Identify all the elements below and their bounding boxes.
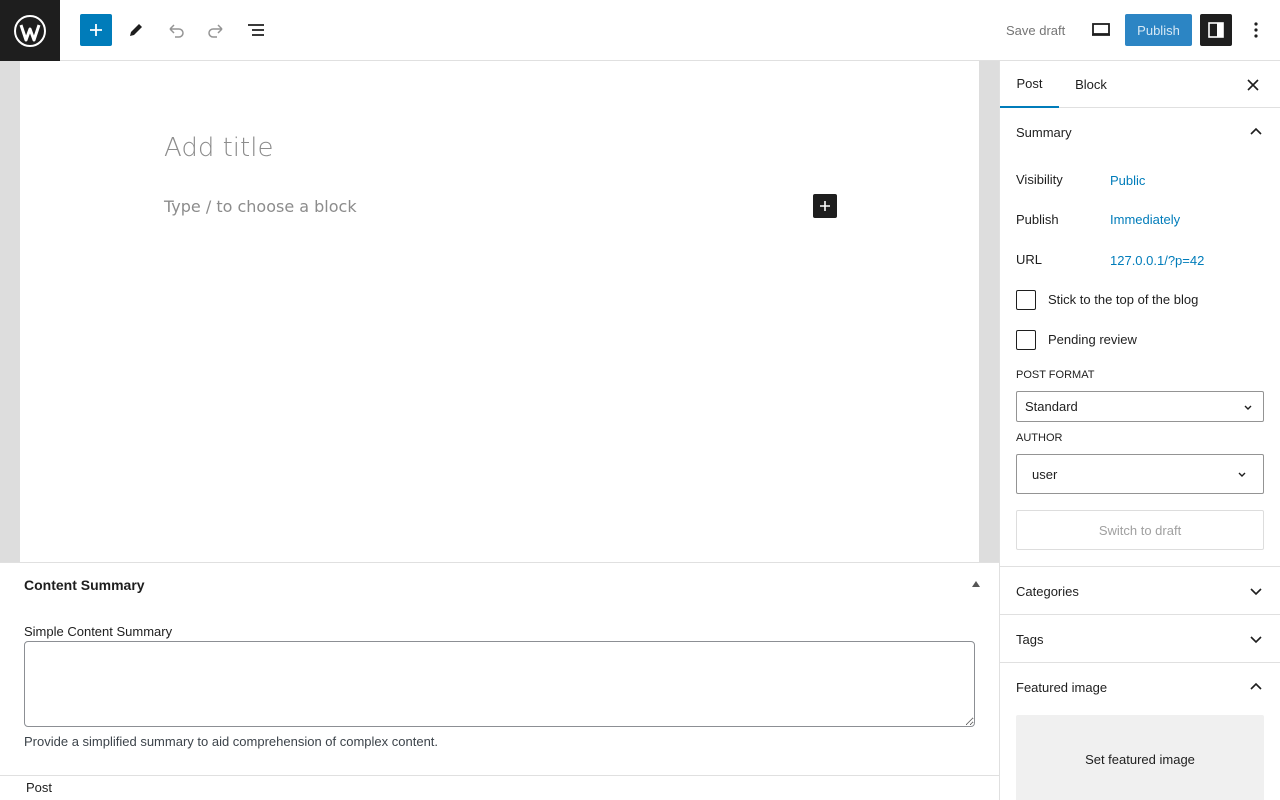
editor-canvas-wrapper: Add title Type / to choose a block [0,61,999,563]
close-icon [1247,79,1259,91]
featured-image-panel-toggle[interactable]: Featured image [1000,663,1280,711]
post-format-select[interactable]: Standard [1016,391,1264,422]
undo-button[interactable] [160,14,192,46]
categories-panel-title: Categories [1016,583,1079,599]
save-draft-button[interactable]: Save draft [996,14,1075,46]
desktop-icon [1092,23,1110,36]
pending-review-label: Pending review [1048,332,1137,347]
breadcrumb[interactable]: Post [26,780,52,795]
tab-post[interactable]: Post [1000,61,1059,108]
options-menu-button[interactable] [1240,14,1272,46]
preview-button[interactable] [1085,14,1117,46]
visibility-label: Visibility [1016,172,1063,187]
sticky-checkbox[interactable] [1016,290,1036,310]
author-value: user [1032,466,1058,482]
chevron-down-icon [1250,588,1262,596]
post-format-value: Standard [1025,399,1078,414]
summary-panel-title: Summary [1016,124,1072,140]
sticky-label: Stick to the top of the blog [1048,292,1199,307]
close-sidebar-button[interactable] [1241,73,1265,97]
sidebar-toggle-icon [1208,22,1224,38]
add-block-button[interactable] [80,14,112,46]
editor-canvas[interactable]: Add title Type / to choose a block [20,61,979,563]
summary-panel-toggle[interactable]: Summary [1000,108,1280,156]
post-format-label: POST FORMAT [1016,369,1095,381]
tags-panel-toggle[interactable]: Tags [1000,615,1280,663]
plus-icon [90,24,102,36]
editor-header: Save draft Publish [0,0,1280,61]
visibility-value-button[interactable]: Public [1110,173,1145,188]
list-view-icon [248,24,264,36]
publish-label: Publish [1016,212,1059,227]
summary-textarea[interactable] [24,641,975,727]
summary-field-label: Simple Content Summary [24,624,173,639]
document-overview-button[interactable] [240,14,272,46]
tab-block[interactable]: Block [1061,61,1121,108]
metabox-title: Content Summary [24,577,145,593]
switch-to-draft-button[interactable]: Switch to draft [1016,510,1264,550]
chevron-up-icon [1250,127,1262,135]
plus-icon [820,201,830,211]
url-value-button[interactable]: 127.0.0.1/?p=42 [1110,253,1204,268]
undo-icon [169,24,184,38]
set-featured-image-button[interactable]: Set featured image [1016,715,1264,800]
sidebar-tabs: Post Block [1000,61,1280,108]
chevron-down-icon [1238,472,1246,477]
block-inserter-button[interactable] [813,194,837,218]
settings-toggle-button[interactable] [1200,14,1232,46]
author-label: AUTHOR [1016,432,1063,444]
chevron-down-icon [1250,636,1262,644]
post-title-input[interactable]: Add title [164,133,273,163]
settings-sidebar: Post Block Summary Visibility Public Pub… [999,61,1280,800]
metabox-toggle-icon[interactable] [972,581,980,587]
categories-panel-toggle[interactable]: Categories [1000,567,1280,615]
pencil-icon [130,24,142,36]
tags-panel-title: Tags [1016,631,1044,647]
content-summary-metabox: Content Summary Simple Content Summary P… [0,562,999,775]
url-label: URL [1016,252,1043,267]
summary-help-text: Provide a simplified summary to aid comp… [24,734,439,749]
tools-button[interactable] [120,14,152,46]
publish-date-button[interactable]: Immediately [1110,212,1180,227]
redo-icon [208,24,223,38]
redo-button[interactable] [200,14,232,46]
editor-footer: Post [0,775,1000,800]
pending-review-checkbox[interactable] [1016,330,1036,350]
chevron-down-icon [1244,405,1252,410]
publish-button[interactable]: Publish [1125,14,1192,46]
wordpress-logo-icon[interactable] [0,0,60,61]
author-select[interactable]: user [1016,454,1264,494]
default-block-appender[interactable]: Type / to choose a block [164,197,357,216]
more-vertical-icon [1254,22,1258,38]
chevron-up-icon [1250,682,1262,690]
featured-image-panel-title: Featured image [1016,679,1108,695]
